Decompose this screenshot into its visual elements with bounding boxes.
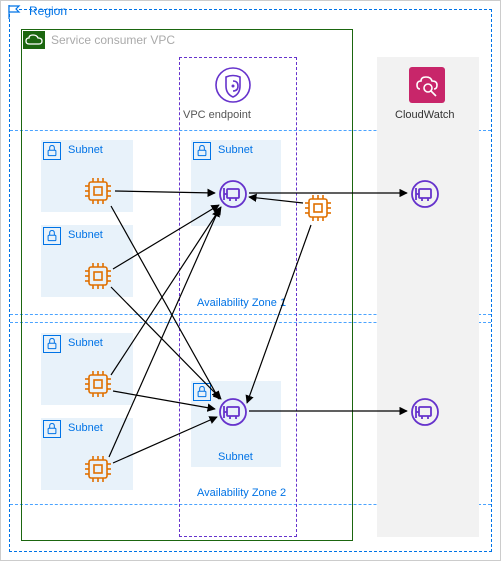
lock-icon xyxy=(43,142,61,160)
subnet-label: Subnet xyxy=(218,451,253,463)
subnet-label: Subnet xyxy=(68,422,103,434)
compute-chip-icon xyxy=(83,454,113,484)
compute-chip-icon xyxy=(83,369,113,399)
network-interface-icon xyxy=(218,397,248,427)
lock-icon xyxy=(193,142,211,160)
vpc-endpoint-label: VPC endpoint xyxy=(183,109,251,121)
region-label: Region xyxy=(29,4,67,18)
lock-icon xyxy=(193,383,211,401)
subnet-label: Subnet xyxy=(68,144,103,156)
compute-chip-icon xyxy=(303,193,333,223)
lock-icon xyxy=(43,420,61,438)
lock-icon xyxy=(43,335,61,353)
availability-zone-1-label: Availability Zone 1 xyxy=(197,297,286,309)
subnet-label: Subnet xyxy=(68,337,103,349)
cloud-icon xyxy=(23,31,45,49)
flag-icon xyxy=(5,3,23,21)
availability-zone-2-label: Availability Zone 2 xyxy=(197,487,286,499)
diagram-canvas: CloudWatch Region Service consumer VPC V… xyxy=(0,0,501,561)
compute-chip-icon xyxy=(83,261,113,291)
subnet-label: Subnet xyxy=(218,144,253,156)
compute-chip-icon xyxy=(83,176,113,206)
network-interface-icon xyxy=(410,179,440,209)
vpc-endpoint-icon xyxy=(215,67,251,103)
lock-icon xyxy=(43,227,61,245)
network-interface-icon xyxy=(218,179,248,209)
network-interface-icon xyxy=(410,397,440,427)
subnet-label: Subnet xyxy=(68,229,103,241)
vpc-label: Service consumer VPC xyxy=(51,33,175,47)
